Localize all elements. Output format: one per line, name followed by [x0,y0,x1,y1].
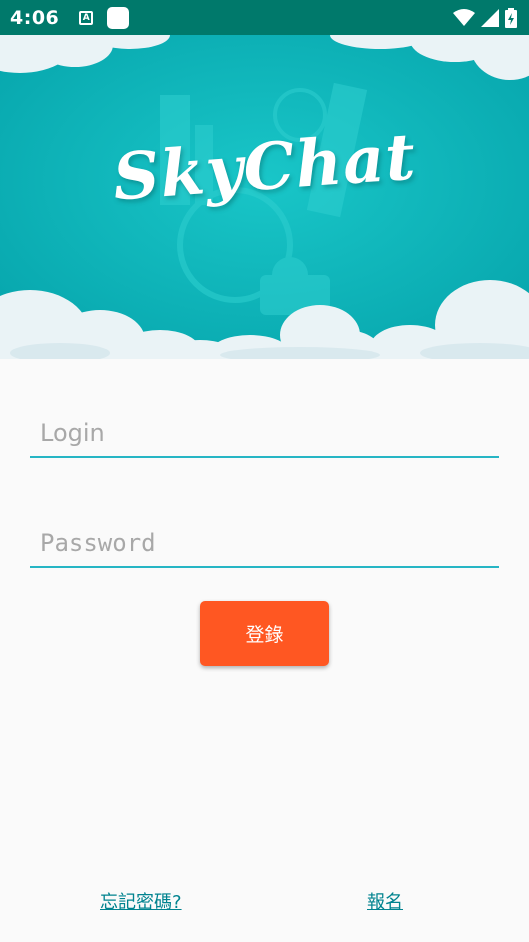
status-icons [453,7,517,28]
forgot-password-link[interactable]: 忘記密碼? [100,888,182,914]
wifi-icon [453,8,475,26]
status-time: 4:06 [10,6,60,29]
a-notification-icon: A [79,10,94,25]
app-notification-icon [107,6,130,29]
battery-icon [505,7,517,28]
login-button[interactable]: 登錄 [200,601,329,666]
status-bar: 4:06 A [0,0,529,35]
signal-icon [481,8,499,27]
login-input[interactable] [30,410,499,458]
signup-link[interactable]: 報名 [367,888,403,914]
password-input[interactable] [30,520,499,568]
header-banner: SkyChat [0,35,529,359]
